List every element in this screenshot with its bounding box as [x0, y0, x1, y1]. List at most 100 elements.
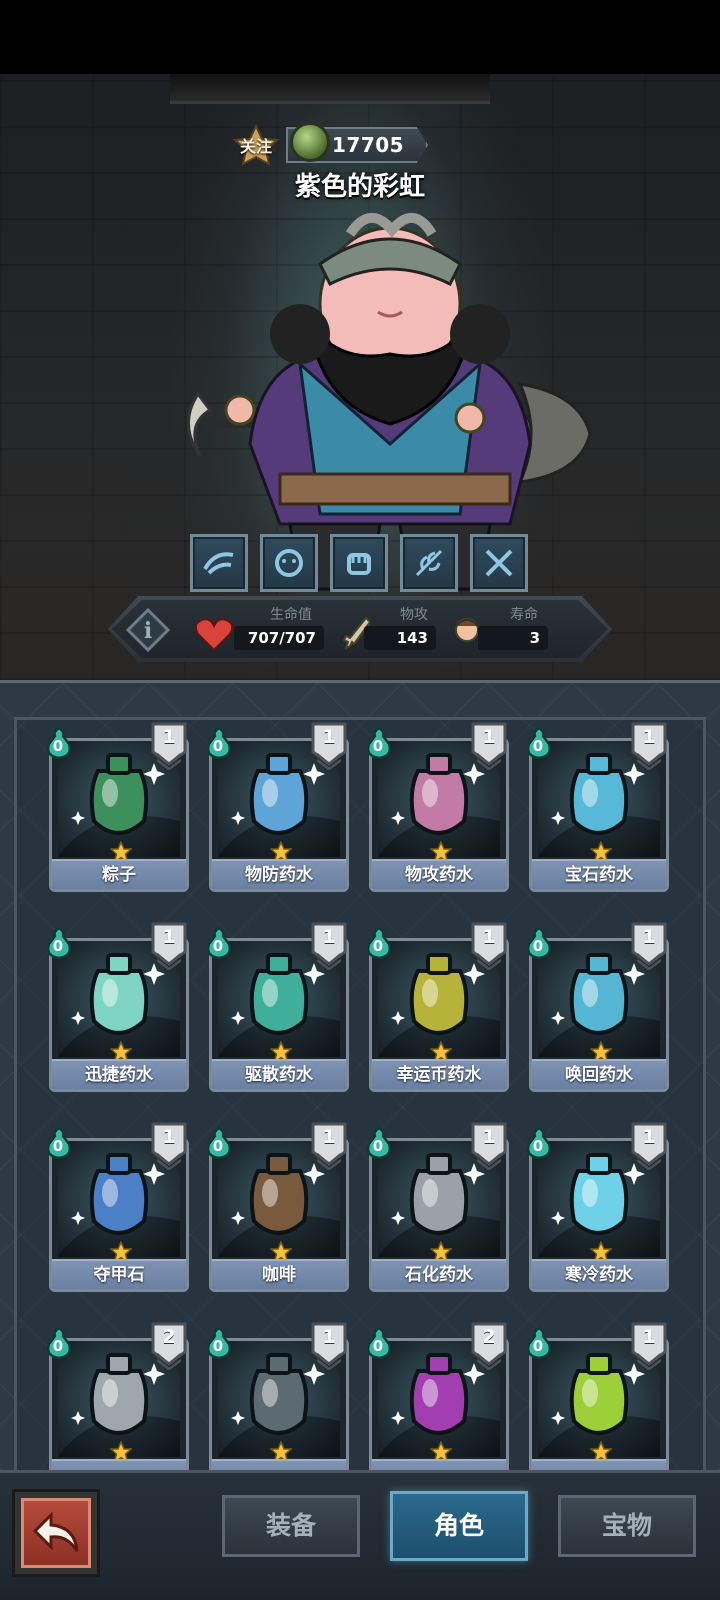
cost-badge: 0: [365, 926, 393, 960]
attack-label: 物攻: [400, 607, 428, 623]
item-cost: 0: [532, 737, 544, 755]
item-name: 驱散药水: [212, 1059, 346, 1089]
back-button[interactable]: [12, 1489, 100, 1577]
level-badge: 1: [311, 1322, 347, 1371]
item-cost: 0: [212, 1137, 224, 1155]
item-cost: 0: [212, 937, 224, 955]
item-card[interactable]: 宝石药水 0 1: [525, 722, 669, 892]
spotlight-rail: [170, 74, 490, 104]
item-card[interactable]: 幸运币药水 0 1: [365, 922, 509, 1092]
item-level: 1: [482, 926, 496, 948]
stats-bar: i 生命值 707/707 物攻 143 寿命 3: [108, 596, 612, 662]
cost-badge: 0: [525, 726, 553, 760]
item-name: 石化药水: [372, 1259, 506, 1289]
level-badge: 1: [151, 1122, 187, 1171]
cost-badge: 0: [525, 1126, 553, 1160]
hp-value: 707/707: [234, 626, 324, 650]
leaf-skill-icon: [415, 549, 443, 577]
tab-character[interactable]: 角色: [390, 1491, 528, 1561]
item-level: 1: [642, 1126, 656, 1148]
level-badge: 2: [471, 1322, 507, 1371]
tab-equipment[interactable]: 装备: [222, 1495, 360, 1557]
level-badge: 1: [151, 922, 187, 971]
item-level: 1: [162, 1126, 176, 1148]
skill-slot-2[interactable]: [260, 534, 318, 592]
item-level: 1: [162, 926, 176, 948]
level-badge: 2: [151, 1322, 187, 1371]
level-badge: 1: [151, 722, 187, 771]
cost-badge: 0: [205, 1326, 233, 1360]
item-card[interactable]: 驱散药水 0 1: [205, 922, 349, 1092]
level-badge: 1: [631, 722, 667, 771]
item-level: 1: [322, 1326, 336, 1348]
cost-badge: 0: [45, 926, 73, 960]
bottom-nav: 装备 角色 宝物: [0, 1470, 720, 1600]
cost-badge: 0: [45, 1326, 73, 1360]
item-cost: 0: [532, 1137, 544, 1155]
item-name: 物攻药水: [372, 859, 506, 889]
inventory-panel: 粽子 0 1 物防药水 0 1 物攻药水 0 1 宝石药水 0 1 迅捷药水 0 1 驱散药水 0 1 幸运币药水 0…: [0, 680, 720, 1473]
fist-skill-icon: [347, 553, 371, 575]
leaf-currency-icon: [290, 122, 330, 162]
item-card[interactable]: 咖啡 0 1: [205, 1122, 349, 1292]
item-name: 唤回药水: [532, 1059, 666, 1089]
tab-treasure[interactable]: 宝物: [558, 1495, 696, 1557]
item-name: 宝石药水: [532, 859, 666, 889]
item-level: 1: [322, 926, 336, 948]
item-cost: 0: [212, 737, 224, 755]
back-arrow-icon: [32, 1511, 79, 1552]
item-card[interactable]: 石化药水 0 1: [365, 1122, 509, 1292]
info-button[interactable]: i: [126, 608, 170, 652]
skill-slot-4[interactable]: [400, 534, 458, 592]
item-card[interactable]: 01: [205, 1322, 349, 1473]
item-name: 咖啡: [212, 1259, 346, 1289]
item-card[interactable]: 唤回药水 0 1: [525, 922, 669, 1092]
item-card[interactable]: 01: [525, 1322, 669, 1473]
heart-icon: [194, 618, 234, 652]
skill-slot-3[interactable]: [330, 534, 388, 592]
item-card[interactable]: 粽子 0 1: [45, 722, 189, 892]
item-card[interactable]: 02: [365, 1322, 509, 1473]
item-card[interactable]: 迅捷药水 0 1: [45, 922, 189, 1092]
item-name: 寒冷药水: [532, 1259, 666, 1289]
level-badge: 1: [471, 1122, 507, 1171]
item-level: 2: [162, 1326, 176, 1348]
item-grid: 粽子 0 1 物防药水 0 1 物攻药水 0 1 宝石药水 0 1 迅捷药水 0 1 驱散药水 0 1 幸运币药水 0…: [14, 717, 706, 1473]
item-card[interactable]: 寒冷药水 0 1: [525, 1122, 669, 1292]
item-name: 夺甲石: [52, 1259, 186, 1289]
item-name: 粽子: [52, 859, 186, 889]
cost-badge: 0: [365, 726, 393, 760]
item-cost: 0: [532, 937, 544, 955]
item-level: 1: [322, 1126, 336, 1148]
cost-badge: 0: [205, 1126, 233, 1160]
skill-slot-5[interactable]: [470, 534, 528, 592]
item-cost: 0: [52, 1337, 64, 1355]
item-name: 物防药水: [212, 859, 346, 889]
lifespan-value: 3: [478, 626, 548, 650]
item-level: 1: [642, 726, 656, 748]
cost-badge: 0: [205, 926, 233, 960]
level-badge: 1: [311, 722, 347, 771]
skill-slot-1[interactable]: [190, 534, 248, 592]
cost-badge: 0: [45, 726, 73, 760]
cost-badge: 0: [45, 1126, 73, 1160]
level-badge: 1: [631, 1122, 667, 1171]
item-name: 迅捷药水: [52, 1059, 186, 1089]
item-card[interactable]: 物防药水 0 1: [205, 722, 349, 892]
item-cost: 0: [372, 1337, 384, 1355]
follow-button[interactable]: 关注: [232, 124, 280, 166]
item-card[interactable]: 夺甲石 0 1: [45, 1122, 189, 1292]
follow-bar: 关注 17705: [232, 124, 429, 166]
skill-row: [190, 534, 528, 592]
item-card[interactable]: 02: [45, 1322, 189, 1473]
level-badge: 1: [311, 1122, 347, 1171]
hp-label: 生命值: [270, 607, 312, 623]
item-level: 2: [482, 1326, 496, 1348]
item-cost: 0: [372, 1137, 384, 1155]
lifespan-label: 寿命: [510, 607, 538, 623]
item-card[interactable]: 物攻药水 0 1: [365, 722, 509, 892]
follow-label: 关注: [239, 137, 272, 156]
item-level: 1: [162, 726, 176, 748]
score-value: 17705: [332, 133, 405, 157]
level-badge: 1: [311, 922, 347, 971]
